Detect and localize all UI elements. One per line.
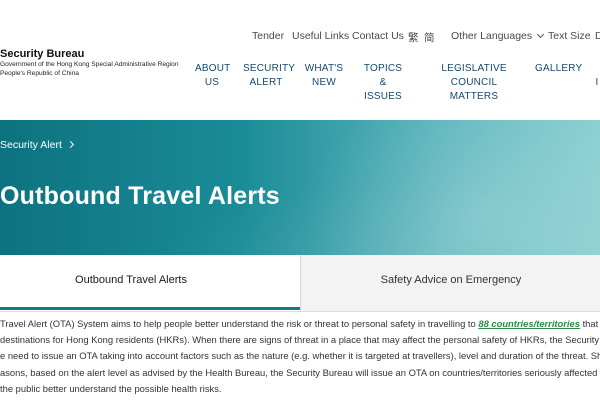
nav-whats-new-line1: WHAT'S <box>304 63 344 74</box>
paragraph-line-3: e need to issue an OTA taking into accou… <box>0 350 600 362</box>
contact-us-link[interactable]: Contact Us <box>352 30 404 42</box>
tab-outbound-travel-alerts[interactable]: Outbound Travel Alerts <box>0 255 300 311</box>
lang-simplified-link[interactable]: 简 <box>424 30 435 45</box>
chevron-right-icon <box>66 140 74 149</box>
nav-legco-line2: MATTERS <box>449 91 499 102</box>
nav-topics-issues-line2: ISSUES <box>364 91 402 102</box>
utility-nav: Tender Useful Links Contact Us 繁 简 Other… <box>0 28 600 44</box>
other-languages-dropdown[interactable]: Other Languages <box>451 30 545 42</box>
tab-outbound-travel-alerts-label: Outbound Travel Alerts <box>75 274 187 286</box>
nav-security-alert-line2: ALERT <box>249 77 283 88</box>
bureau-logo-title[interactable]: Security Bureau <box>0 48 84 60</box>
nav-whats-new[interactable]: WHAT'S NEW <box>304 62 344 90</box>
nav-legislative-council-matters[interactable]: LEGISLATIVE COUNCIL MATTERS <box>424 62 524 104</box>
nav-whats-new-line2: NEW <box>312 77 336 88</box>
site-header: Tender Useful Links Contact Us 繁 简 Other… <box>0 0 600 120</box>
logo-subtitle-line2: People's Republic of China <box>0 69 79 77</box>
nav-about-us[interactable]: ABOUT US <box>195 62 231 90</box>
other-languages-label: Other Languages <box>451 30 533 42</box>
bureau-logo-subtitle: Government of the Hong Kong Special Admi… <box>0 61 179 78</box>
nav-about-us-line2: US <box>204 77 220 88</box>
nav-security-alert[interactable]: SECURITY ALERT <box>243 62 296 90</box>
paragraph-line-1-text: Travel Alert (OTA) System aims to help p… <box>0 318 479 329</box>
logo-subtitle-line1: Government of the Hong Kong Special Admi… <box>0 61 179 68</box>
nav-security-alert-line1: SECURITY <box>243 63 296 74</box>
paragraph-line-1: Travel Alert (OTA) System aims to help p… <box>0 316 600 332</box>
tab-safety-advice-label: Safety Advice on Emergency <box>380 274 522 286</box>
ota-intro-paragraph: Travel Alert (OTA) System aims to help p… <box>0 316 600 397</box>
nav-gallery[interactable]: GALLERY <box>535 62 582 76</box>
utility-overflow-link[interactable]: D <box>595 30 600 42</box>
paragraph-line-2: destinations for Hong Kong residents (HK… <box>0 334 600 346</box>
paragraph-line-1-tail: that are <box>582 318 600 329</box>
breadcrumb: Security Alert <box>0 139 74 151</box>
breadcrumb-security-alert-link[interactable]: Security Alert <box>0 139 62 151</box>
tab-safety-advice-on-emergency[interactable]: Safety Advice on Emergency <box>300 255 600 311</box>
countries-territories-link[interactable]: 88 countries/territories <box>478 318 580 329</box>
content-tabs: Outbound Travel Alerts Safety Advice on … <box>0 255 600 311</box>
tabs-divider <box>0 311 600 312</box>
nav-overflow-item[interactable]: I <box>594 76 600 90</box>
paragraph-line-5: the public better understand the possibl… <box>0 382 222 394</box>
lang-traditional-link[interactable]: 繁 <box>408 30 419 45</box>
nav-topics-issues[interactable]: TOPICS & ISSUES <box>360 62 406 104</box>
text-size-control[interactable]: Text Size <box>548 30 591 42</box>
paragraph-line-4: asons, based on the alert level as advis… <box>0 366 600 378</box>
nav-about-us-line1: ABOUT <box>195 63 231 74</box>
nav-topics-issues-line1: TOPICS & <box>363 63 403 88</box>
page-title: Outbound Travel Alerts <box>0 182 280 210</box>
nav-legco-line1: LEGISLATIVE COUNCIL <box>441 63 507 88</box>
chevron-down-icon <box>537 30 545 39</box>
useful-links-link[interactable]: Useful Links <box>292 30 349 42</box>
active-tab-indicator <box>0 307 300 310</box>
tender-link[interactable]: Tender <box>252 30 284 42</box>
